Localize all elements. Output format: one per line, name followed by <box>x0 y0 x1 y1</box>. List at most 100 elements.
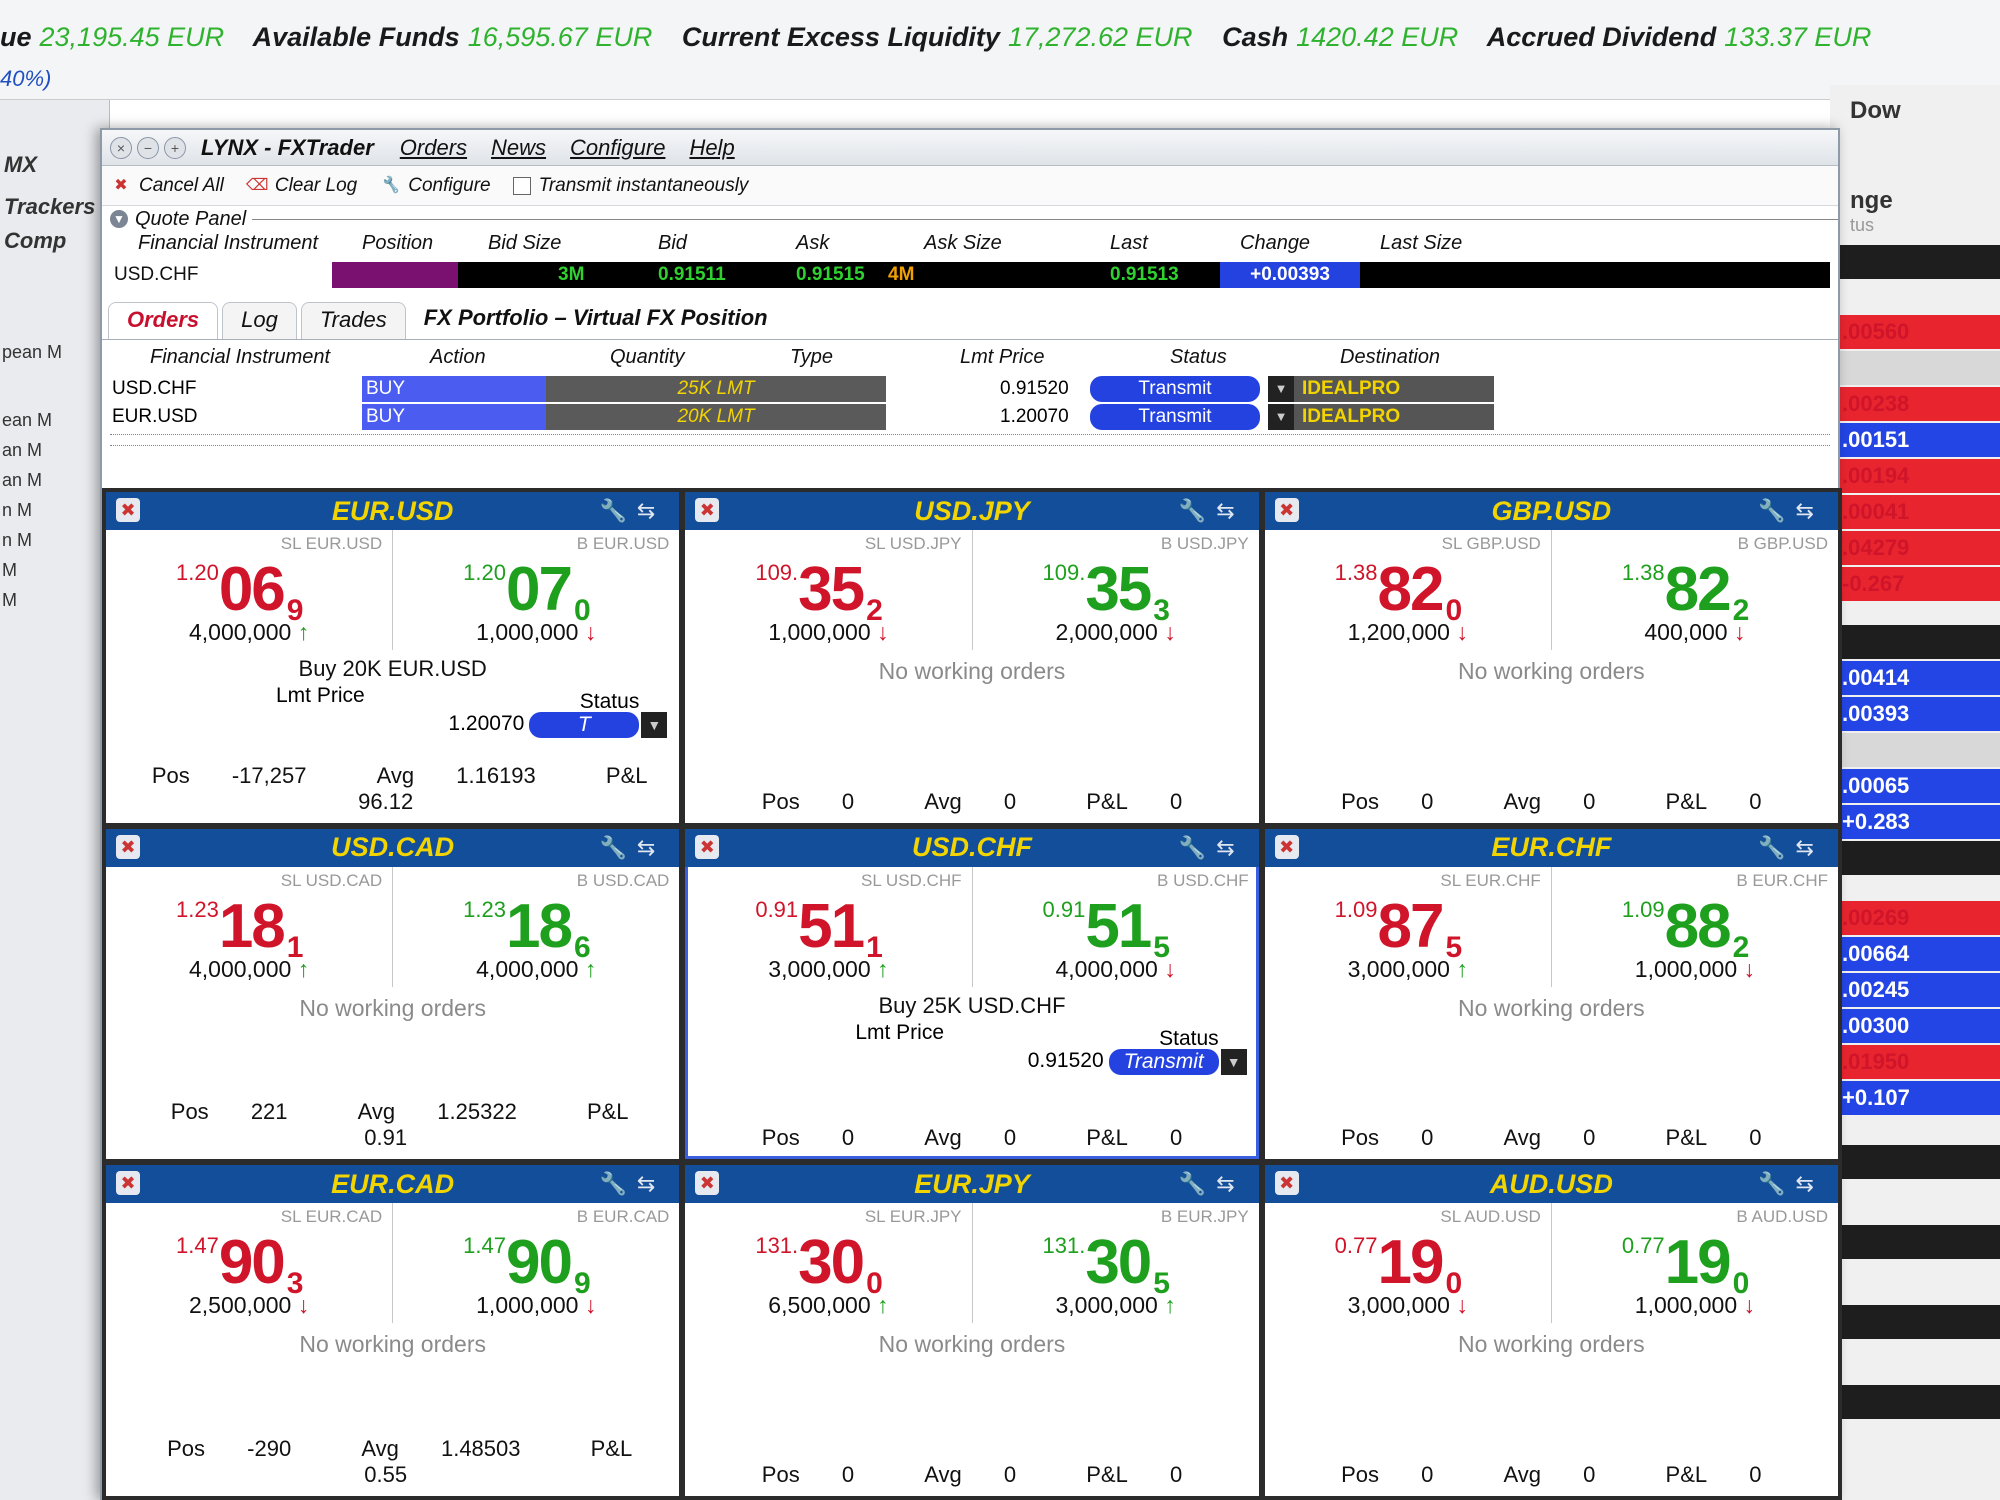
swap-icon[interactable]: ⇆ <box>1796 835 1824 860</box>
close-icon[interactable]: ✖ <box>116 498 140 522</box>
ask-price[interactable]: 1.3882 2 <box>1622 554 1749 627</box>
ask-price[interactable]: 1.4790 9 <box>463 1227 590 1300</box>
order-status-transmit[interactable]: Transmit <box>1090 404 1260 430</box>
close-icon[interactable]: ✖ <box>695 1171 720 1196</box>
bid-price[interactable]: 1.2318 1 <box>176 891 303 964</box>
wrench-icon[interactable]: 🔧 <box>1179 1171 1216 1196</box>
buy-side[interactable]: B USD.JPY 109.35 3 2,000,000 ↓ <box>973 530 1259 650</box>
close-icon[interactable]: ✖ <box>1274 834 1299 859</box>
lmt-price-value[interactable]: 1.20070 <box>448 712 524 736</box>
dropdown-arrow-icon[interactable]: ▼ <box>1220 1048 1247 1075</box>
close-icon[interactable]: ✖ <box>116 834 140 859</box>
buy-side[interactable]: B GBP.USD 1.3882 2 400,000 ↓ <box>1552 530 1838 650</box>
pair-tile-gbp-usd[interactable]: ✖ GBP.USD 🔧⇆ SL GBP.USD 1.3882 0 1,200,00… <box>1264 492 1838 823</box>
buy-side[interactable]: B EUR.CHF 1.0988 2 1,000,000 ↓ <box>1552 867 1838 987</box>
tab-trades[interactable]: Trades <box>300 302 406 339</box>
menu-orders[interactable]: Orders <box>400 135 467 161</box>
close-icon[interactable]: ✖ <box>1274 498 1299 522</box>
cancel-all-button[interactable]: ✖ Cancel All <box>110 175 224 197</box>
dropdown-arrow-icon[interactable]: ▼ <box>1268 376 1294 402</box>
sell-side[interactable]: SL AUD.USD 0.7719 0 3,000,000 ↓ <box>1265 1203 1552 1324</box>
tab-log[interactable]: Log <box>222 302 297 339</box>
close-icon[interactable]: ✖ <box>695 498 720 522</box>
wrench-icon[interactable]: 🔧 <box>599 1171 636 1196</box>
qp-instrument[interactable]: USD.CHF <box>110 262 332 288</box>
configure-button[interactable]: 🔧 Configure <box>379 175 490 197</box>
dropdown-arrow-icon[interactable]: ▼ <box>1268 404 1294 430</box>
close-icon[interactable]: ✖ <box>116 1171 140 1196</box>
sell-side[interactable]: SL GBP.USD 1.3882 0 1,200,000 ↓ <box>1265 530 1552 650</box>
left-label-comp[interactable]: Comp <box>4 228 66 254</box>
sell-side[interactable]: SL USD.JPY 109.35 2 1,000,000 ↓ <box>685 530 973 650</box>
transmit-instantly-checkbox[interactable] <box>512 176 531 195</box>
bid-price[interactable]: 131.30 0 <box>755 1227 882 1300</box>
pair-tile-eur-cad[interactable]: ✖ EUR.CAD 🔧⇆ SL EUR.CAD 1.4790 3 2,500,00… <box>106 1165 680 1496</box>
bid-price[interactable]: 0.7719 0 <box>1335 1227 1462 1300</box>
pair-tile-usd-cad[interactable]: ✖ USD.CAD 🔧⇆ SL USD.CAD 1.2318 1 4,000,00… <box>106 828 680 1160</box>
ask-price[interactable]: 131.30 5 <box>1043 1227 1170 1300</box>
tab-orders[interactable]: Orders <box>108 302 219 339</box>
pair-tile-eur-chf[interactable]: ✖ EUR.CHF 🔧⇆ SL EUR.CHF 1.0987 5 3,000,00… <box>1264 828 1838 1160</box>
left-label-trackers[interactable]: Trackers <box>4 194 95 220</box>
sell-side[interactable]: SL EUR.CAD 1.4790 3 2,500,000 ↓ <box>106 1203 394 1324</box>
order-quantity-type[interactable]: 25K LMT <box>546 376 886 402</box>
dropdown-arrow-icon[interactable]: ▼ <box>641 712 668 738</box>
pair-tile-usd-jpy[interactable]: ✖ USD.JPY 🔧⇆ SL USD.JPY 109.35 2 1,000,00… <box>685 492 1259 823</box>
wrench-icon[interactable]: 🔧 <box>1758 498 1795 523</box>
order-lmt-price[interactable]: 1.20070 <box>1000 404 1069 430</box>
buy-side[interactable]: B EUR.USD 1.2007 0 1,000,000 ↓ <box>393 530 679 650</box>
ask-price[interactable]: 0.7719 0 <box>1622 1227 1749 1300</box>
ask-price[interactable]: 109.35 3 <box>1043 554 1170 627</box>
transmit-instantly-toggle[interactable]: Transmit instantaneously <box>512 175 748 197</box>
transmit-button[interactable]: T <box>529 712 640 738</box>
bid-price[interactable]: 1.0987 5 <box>1335 891 1462 964</box>
sell-side[interactable]: SL USD.CAD 1.2318 1 4,000,000 ↑ <box>106 866 394 987</box>
swap-icon[interactable]: ⇆ <box>637 498 665 523</box>
chevron-down-icon[interactable]: ▼ <box>110 210 128 228</box>
ask-price[interactable]: 0.9151 5 <box>1043 891 1170 964</box>
close-window-button[interactable]: × <box>110 136 132 159</box>
ask-price[interactable]: 1.0988 2 <box>1622 891 1749 964</box>
bid-price[interactable]: 109.35 2 <box>755 554 882 627</box>
menu-configure[interactable]: Configure <box>570 135 665 161</box>
wrench-icon[interactable]: 🔧 <box>1179 835 1216 860</box>
bid-price[interactable]: 1.3882 0 <box>1335 554 1462 627</box>
lmt-price-value[interactable]: 0.91520 <box>1028 1049 1104 1073</box>
swap-icon[interactable]: ⇆ <box>1796 1171 1824 1196</box>
sell-side[interactable]: SL EUR.USD 1.2006 9 4,000,000 ↑ <box>106 530 394 650</box>
order-status-transmit[interactable]: Transmit <box>1090 376 1260 402</box>
qp-ask[interactable]: 0.91515 <box>796 262 865 288</box>
buy-side[interactable]: B AUD.USD 0.7719 0 1,000,000 ↓ <box>1552 1203 1838 1323</box>
clear-log-button[interactable]: ⌫ Clear Log <box>246 175 357 197</box>
order-destination[interactable]: IDEALPRO <box>1294 404 1494 430</box>
bid-price[interactable]: 1.4790 3 <box>176 1227 303 1300</box>
swap-icon[interactable]: ⇆ <box>637 1171 665 1196</box>
transmit-button[interactable]: Transmit <box>1108 1048 1219 1075</box>
pair-tile-eur-jpy[interactable]: ✖ EUR.JPY 🔧⇆ SL EUR.JPY 131.30 0 6,500,00… <box>685 1165 1259 1496</box>
swap-icon[interactable]: ⇆ <box>637 835 665 860</box>
panel-splitter[interactable] <box>110 434 1830 446</box>
order-destination[interactable]: IDEALPRO <box>1294 376 1494 402</box>
swap-icon[interactable]: ⇆ <box>1216 835 1244 860</box>
wrench-icon[interactable]: 🔧 <box>599 498 636 523</box>
swap-icon[interactable]: ⇆ <box>1216 498 1244 523</box>
sell-side[interactable]: SL EUR.CHF 1.0987 5 3,000,000 ↑ <box>1265 866 1552 987</box>
order-action[interactable]: BUY <box>362 376 546 402</box>
pair-tile-eur-usd[interactable]: ✖ EUR.USD 🔧⇆ SL EUR.USD 1.2006 9 4,000,00… <box>106 492 680 823</box>
buy-side[interactable]: B EUR.CAD 1.4790 9 1,000,000 ↓ <box>393 1203 679 1323</box>
sell-side[interactable]: SL USD.CHF 0.9151 1 3,000,000 ↑ <box>685 866 973 987</box>
qp-bid[interactable]: 0.91511 <box>658 262 726 288</box>
swap-icon[interactable]: ⇆ <box>1796 498 1824 523</box>
quote-row-usdchf[interactable]: USD.CHF 3M 0.91511 0.91515 4M 0.91513 +0… <box>110 262 1830 288</box>
pair-tile-aud-usd[interactable]: ✖ AUD.USD 🔧⇆ SL AUD.USD 0.7719 0 3,000,00… <box>1264 1165 1838 1496</box>
buy-side[interactable]: B USD.CHF 0.9151 5 4,000,000 ↓ <box>973 867 1259 987</box>
quote-panel-header[interactable]: ▼ Quote Panel <box>102 206 1838 232</box>
order-row[interactable]: EUR.USD BUY 20K LMT 1.20070 Transmit ▼ I… <box>110 404 1830 430</box>
order-lmt-price[interactable]: 0.91520 <box>1000 376 1069 402</box>
swap-icon[interactable]: ⇆ <box>1216 1171 1244 1196</box>
bid-price[interactable]: 0.9151 1 <box>755 891 882 964</box>
close-icon[interactable]: ✖ <box>1274 1171 1299 1196</box>
order-action[interactable]: BUY <box>362 404 546 430</box>
wrench-icon[interactable]: 🔧 <box>1758 835 1795 860</box>
ask-price[interactable]: 1.2007 0 <box>463 554 590 627</box>
